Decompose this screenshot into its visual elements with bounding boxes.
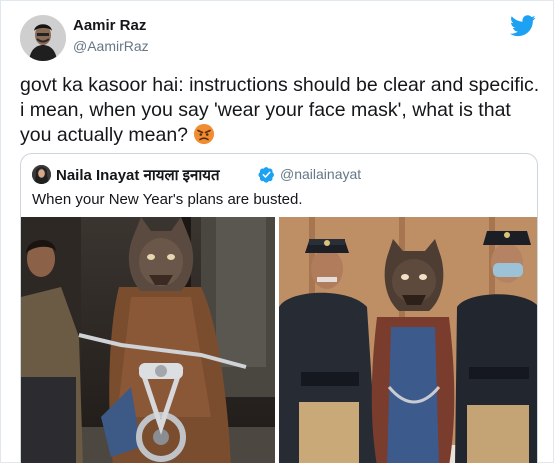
tweet-text: govt ka kasoor hai: instructions should … <box>20 73 540 148</box>
quoted-tweet-text: When your New Year's plans are busted. <box>32 191 303 208</box>
tweet-card[interactable]: Aamir Raz @AamirRaz govt ka kasoor hai: … <box>0 0 554 463</box>
author-name[interactable]: Aamir Raz <box>73 17 146 34</box>
quoted-tweet[interactable]: Naila Inayat नायला इनायत @nailainayat Wh… <box>20 153 538 463</box>
quoted-author-name[interactable]: Naila Inayat नायला इनायत <box>56 165 220 185</box>
author-handle[interactable]: @AamirRaz <box>73 38 149 54</box>
author-avatar[interactable] <box>20 15 66 61</box>
verified-badge-icon <box>258 166 275 183</box>
man-in-wolf-mask-on-motorcycle-photo[interactable] <box>21 217 275 463</box>
twitter-bird-icon[interactable] <box>510 15 536 37</box>
wolf-mask-man-held-by-police-photo[interactable] <box>279 217 537 463</box>
quoted-author-handle[interactable]: @nailainayat <box>280 166 361 182</box>
tweet-text-body: govt ka kasoor hai: instructions should … <box>20 74 540 146</box>
angry-face-emoji <box>193 123 215 145</box>
quoted-author-avatar[interactable] <box>32 165 51 184</box>
